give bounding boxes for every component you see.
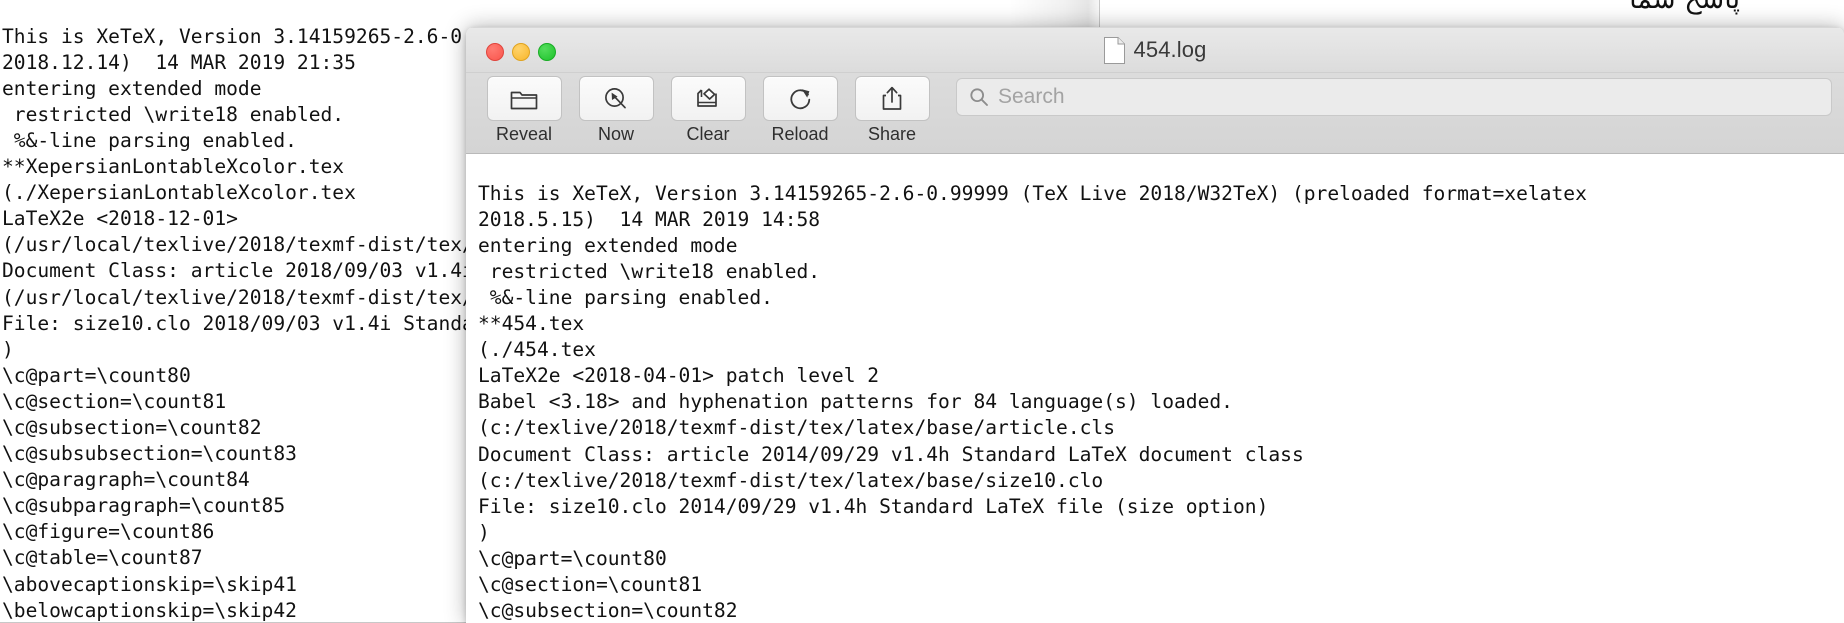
share-label: Share <box>867 124 917 144</box>
reload-label: Reload <box>771 124 829 144</box>
search-input[interactable] <box>998 85 1819 109</box>
search-field[interactable] <box>956 78 1832 116</box>
log-viewer-window[interactable]: 454.log Reveal Now Clear Reload Share Se… <box>466 27 1844 623</box>
toolbar-item-reveal[interactable]: Reveal <box>478 76 570 145</box>
folder-icon <box>510 91 538 109</box>
clear-button[interactable] <box>670 76 746 121</box>
reload-button[interactable] <box>762 76 838 121</box>
window-title: 454.log <box>1133 37 1207 62</box>
jump-to-now-icon <box>605 87 626 108</box>
toolbar-item-reload[interactable]: Reload <box>754 76 846 145</box>
search-area <box>956 78 1832 116</box>
toolbar-item-clear[interactable]: Clear <box>662 76 754 145</box>
window-title-group: 454.log <box>466 28 1844 72</box>
maximize-button[interactable] <box>538 43 556 61</box>
log-content-area[interactable]: This is XeTeX, Version 3.14159265-2.6-0.… <box>466 154 1844 623</box>
toolbar-item-share[interactable]: Share <box>846 76 938 145</box>
share-icon <box>882 86 902 110</box>
window-toolbar: Reveal Now Clear Reload Share Search <box>466 73 1844 154</box>
reload-icon <box>789 88 810 109</box>
now-label: Now <box>597 124 634 144</box>
share-button[interactable] <box>854 76 930 121</box>
close-button[interactable] <box>486 43 504 61</box>
window-titlebar[interactable]: 454.log <box>466 27 1844 73</box>
now-button[interactable] <box>578 76 654 121</box>
toolbar-item-now[interactable]: Now <box>570 76 662 145</box>
rtl-header-label: پاسخ شما <box>1629 0 1740 13</box>
reveal-button[interactable] <box>486 76 562 121</box>
document-icon <box>1103 36 1125 64</box>
log-text: This is XeTeX, Version 3.14159265-2.6-0.… <box>478 181 1587 623</box>
search-icon <box>970 88 988 106</box>
minimize-button[interactable] <box>512 43 530 61</box>
clear-label: Clear <box>686 124 730 144</box>
clear-icon <box>697 87 717 107</box>
reveal-label: Reveal <box>495 124 553 144</box>
